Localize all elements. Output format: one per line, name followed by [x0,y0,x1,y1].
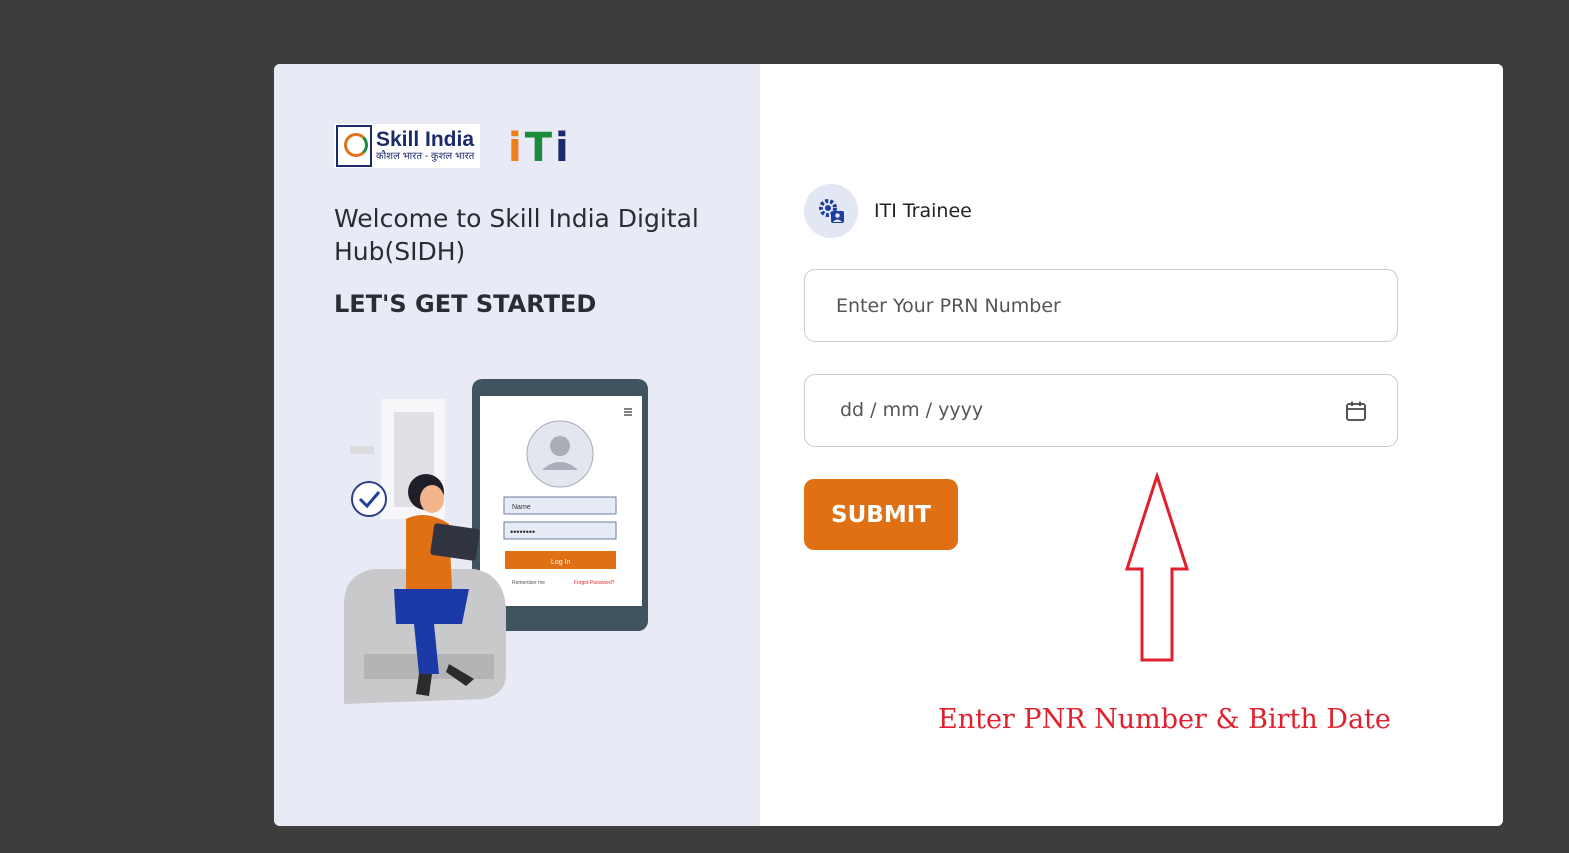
iti-logo: i T i [508,128,569,168]
skill-india-logo: Skill India कौशल भारत - कुशल भारत [334,124,480,168]
iti-letter-3: i [555,125,569,171]
illus-password-dots: •••••••• [510,527,535,537]
skill-india-emblem-icon [336,125,372,167]
annotation-note: Enter PNR Number & Birth Date [938,704,1391,735]
login-modal: Skill India कौशल भारत - कुशल भारत i T i … [274,64,1503,826]
prn-number-field[interactable] [804,269,1398,342]
role-label: ITI Trainee [874,200,972,222]
login-illustration: Name •••••••• Log In Remember me Forgot … [344,379,648,704]
get-started-heading: LET'S GET STARTED [334,290,597,318]
left-panel: Skill India कौशल भारत - कुशल भारत i T i … [274,64,760,826]
submit-button[interactable]: SUBMIT [804,479,958,550]
illus-check-icon [351,481,387,517]
calendar-icon[interactable] [1345,400,1367,422]
red-up-arrow-annotation [1124,472,1190,662]
illus-remember-label: Remember me [512,580,545,586]
illus-login-label: Log In [551,559,571,566]
welcome-heading: Welcome to Skill India Digital Hub(SIDH) [334,204,699,266]
skill-india-logo-title: Skill India [376,128,475,151]
birth-date-placeholder[interactable]: dd / mm / yyyy [840,399,983,421]
illus-name-label: Name [512,504,531,511]
right-panel: ITI Trainee dd / mm / yyyy SUBMIT Enter … [760,64,1503,826]
birth-date-field[interactable]: dd / mm / yyyy [804,374,1398,447]
role-selector[interactable]: ITI Trainee [804,184,972,238]
iti-letter-2: T [524,125,553,171]
iti-letter-1: i [508,125,522,171]
skill-india-logo-tagline: कौशल भारत - कुशल भारत [376,151,475,162]
trainee-gear-icon [804,184,858,238]
prn-number-input[interactable] [836,270,1316,341]
illus-forgot-label: Forgot Password? [574,580,615,586]
